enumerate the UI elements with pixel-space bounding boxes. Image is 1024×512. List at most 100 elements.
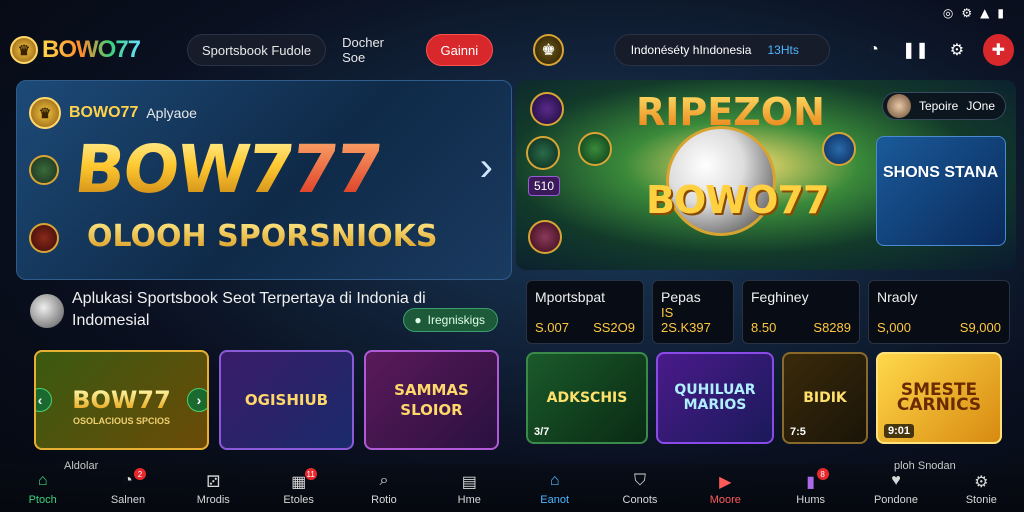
game-card[interactable]: SMESTE CARNICS 9:01 <box>876 352 1002 444</box>
nav-label: Rotio <box>371 494 397 506</box>
nav-label: Salnen <box>110 494 146 506</box>
stat-card[interactable]: Pepas IS 2S.K397 <box>652 280 734 344</box>
promo-brand: BOWO77 <box>646 178 829 222</box>
cta-button[interactable]: Gainni <box>425 34 494 66</box>
nav-label: Ptoch <box>28 494 57 506</box>
logo[interactable]: ♛ BOWO77 <box>10 36 177 64</box>
nav-label: Moore <box>709 494 741 506</box>
game-title: SAMMAS SLOIOR <box>394 381 469 419</box>
nav-label: Hums <box>796 494 825 506</box>
game-card[interactable]: OGISHIUB <box>219 350 354 450</box>
nav-item-play[interactable]: ▶ Moore <box>685 472 765 506</box>
hero-tagline: OLOOH SPORSNIOKS <box>87 219 438 254</box>
gear-icon[interactable]: ⚙ <box>941 34 972 66</box>
nav-item-favorites[interactable]: ♥ Pondone <box>856 472 936 506</box>
bottom-nav-left: ⌂ Ptoch ◔ 2 Salnen ⚂ Mrodis ▦ 11 Etoles ⌕ Rotio… <box>0 464 512 512</box>
nav-label: Etoles <box>283 494 314 506</box>
nav-item-home[interactable]: ⌂ Ptoch <box>3 472 83 506</box>
team-badge-icon <box>29 223 59 253</box>
stat-title: Mportsbpat <box>535 289 606 305</box>
game-card[interactable]: BOW77 OSOLACIOUS SPCIOS ‹ › <box>34 350 209 450</box>
crest-icon[interactable]: ♚ <box>532 34 565 66</box>
team-badge-icon <box>528 220 562 254</box>
nav-item-search[interactable]: ⌕ Rotio <box>344 472 424 506</box>
promo-banner[interactable]: 510 RIPEZON BOWO77 Tepoire JOne SHONS ST… <box>516 80 1016 270</box>
nav-item-document[interactable]: ▤ Hme <box>429 472 509 506</box>
score-tag: 510 <box>528 176 561 196</box>
notification-badge: 2 <box>133 468 146 480</box>
gamepad-icon: ⚂ <box>206 474 221 491</box>
game-card[interactable]: QUHILUAR MARIOS <box>656 352 774 444</box>
notification-badge: 11 <box>304 468 317 480</box>
nav-hint-left: Aldolar <box>64 460 99 472</box>
search-icon: ⌕ <box>379 472 389 489</box>
top-bar: ♛ BOWO77 Sportsbook Fudole Docher Soe Ga… <box>10 30 1015 70</box>
bottom-nav-right: ⌂ Eanot ⛉ Conots ▶ Moore ▮ 8 Hums ♥ Pondone ⚙ S… <box>512 464 1024 512</box>
game-card[interactable]: SAMMAS SLOIOR <box>364 350 499 450</box>
team-badge-icon <box>29 155 59 185</box>
chevron-right-icon[interactable]: › <box>480 145 493 190</box>
register-chip[interactable]: ● Iregniskigs <box>403 308 498 332</box>
nav-sportsbook[interactable]: Sportsbook Fudole <box>186 34 327 66</box>
nav-item-games[interactable]: ⚂ Mrodis <box>173 472 253 506</box>
promo-card-title: SHONS STANA <box>883 164 999 181</box>
game-card[interactable]: ADKSCHIS 3/7 <box>526 352 648 444</box>
game-row-right: ADKSCHIS 3/7 QUHILUAR MARIOS BIDIK 7:5 S… <box>526 352 1002 444</box>
stat-card[interactable]: Mportsbpat S.007 SS2O9 <box>526 280 644 344</box>
game-subtitle: OSOLACIOUS SPCIOS <box>72 416 170 426</box>
nav-item-bookmark[interactable]: ▮ 8 Hums <box>771 468 851 506</box>
team-badge-icon <box>822 132 856 166</box>
settings-icon: ⚙ <box>961 6 973 20</box>
crest-icon <box>530 92 564 126</box>
chat-icon: ◔ <box>123 472 133 489</box>
nav-item-home[interactable]: ⌂ Eanot <box>515 472 595 506</box>
logo-text: BOWO77 <box>42 36 141 63</box>
home-icon: ⌂ <box>549 472 560 489</box>
hero-banner[interactable]: ♛ BOWO77 Aplyaoe BOW777 OLOOH SPORSNIOKS… <box>16 80 512 280</box>
nav-item-settings[interactable]: ⚙ Stonie <box>941 472 1021 506</box>
logo-badge-icon: ♛ <box>10 36 38 64</box>
ball-icon: ● <box>414 313 422 327</box>
signal-icon: ▲ <box>980 6 990 20</box>
notification-badge: 8 <box>816 468 829 480</box>
search-text: Indonéséty hIndonesia <box>630 43 752 57</box>
stat-card[interactable]: Nraoly S,000 S9,000 <box>868 280 1010 344</box>
nav-docher[interactable]: Docher Soe <box>336 35 415 65</box>
game-corner: 3/7 <box>534 426 550 438</box>
avatar <box>886 94 911 118</box>
player-promo-card[interactable]: SHONS STANA <box>876 136 1006 246</box>
document-icon: ▤ <box>461 474 477 491</box>
register-label: Iregniskigs <box>427 313 485 327</box>
game-corner: 7:5 <box>790 426 806 438</box>
shield-icon: ⛉ <box>633 472 646 489</box>
hero-subtitle: ♛ BOWO77 Aplyaoe <box>29 97 197 129</box>
stat-value: S.007 <box>535 320 569 335</box>
nav-item-chat[interactable]: ◔ 2 Salnen <box>88 468 168 506</box>
nav-label: Mrodis <box>196 494 230 506</box>
brand-badge-icon: ♛ <box>29 97 61 129</box>
stat-title: Nraoly <box>877 289 918 305</box>
search-bar[interactable]: Indonéséty hIndonesia 13Hts <box>613 34 831 66</box>
stat-value: S,000 <box>877 320 911 335</box>
gift-icon[interactable]: ✚ <box>982 34 1015 66</box>
chevron-left-icon[interactable]: ‹ <box>36 388 52 412</box>
nav-item-shield[interactable]: ⛉ Conots <box>600 472 680 506</box>
nav-item-calendar[interactable]: ▦ 11 Etoles <box>259 468 339 506</box>
game-card[interactable]: BIDIK 7:5 <box>782 352 868 444</box>
chevron-right-icon[interactable]: › <box>187 388 207 412</box>
pause-icon[interactable]: ❚❚ <box>900 34 931 66</box>
stat-title: Pepas <box>661 289 701 305</box>
game-title: BOW77 <box>72 386 171 414</box>
game-corner: 9:01 <box>884 424 915 438</box>
user-pill[interactable]: Tepoire JOne <box>881 92 1006 120</box>
battery-icon: ▮ <box>997 6 1004 20</box>
nav-label: Pondone <box>873 494 918 506</box>
stat-value: SS2O9 <box>593 320 635 335</box>
user-name: Tepoire <box>918 99 959 113</box>
game-title: BIDIK <box>803 389 847 406</box>
hero-brand: BOWO77 <box>69 104 139 121</box>
chat-icon[interactable]: ◔ <box>858 34 889 66</box>
stat-card[interactable]: Feghiney 8.50 S8289 <box>742 280 860 344</box>
stat-value: S9,000 <box>959 320 1001 335</box>
search-count: 13Hts <box>767 43 799 57</box>
